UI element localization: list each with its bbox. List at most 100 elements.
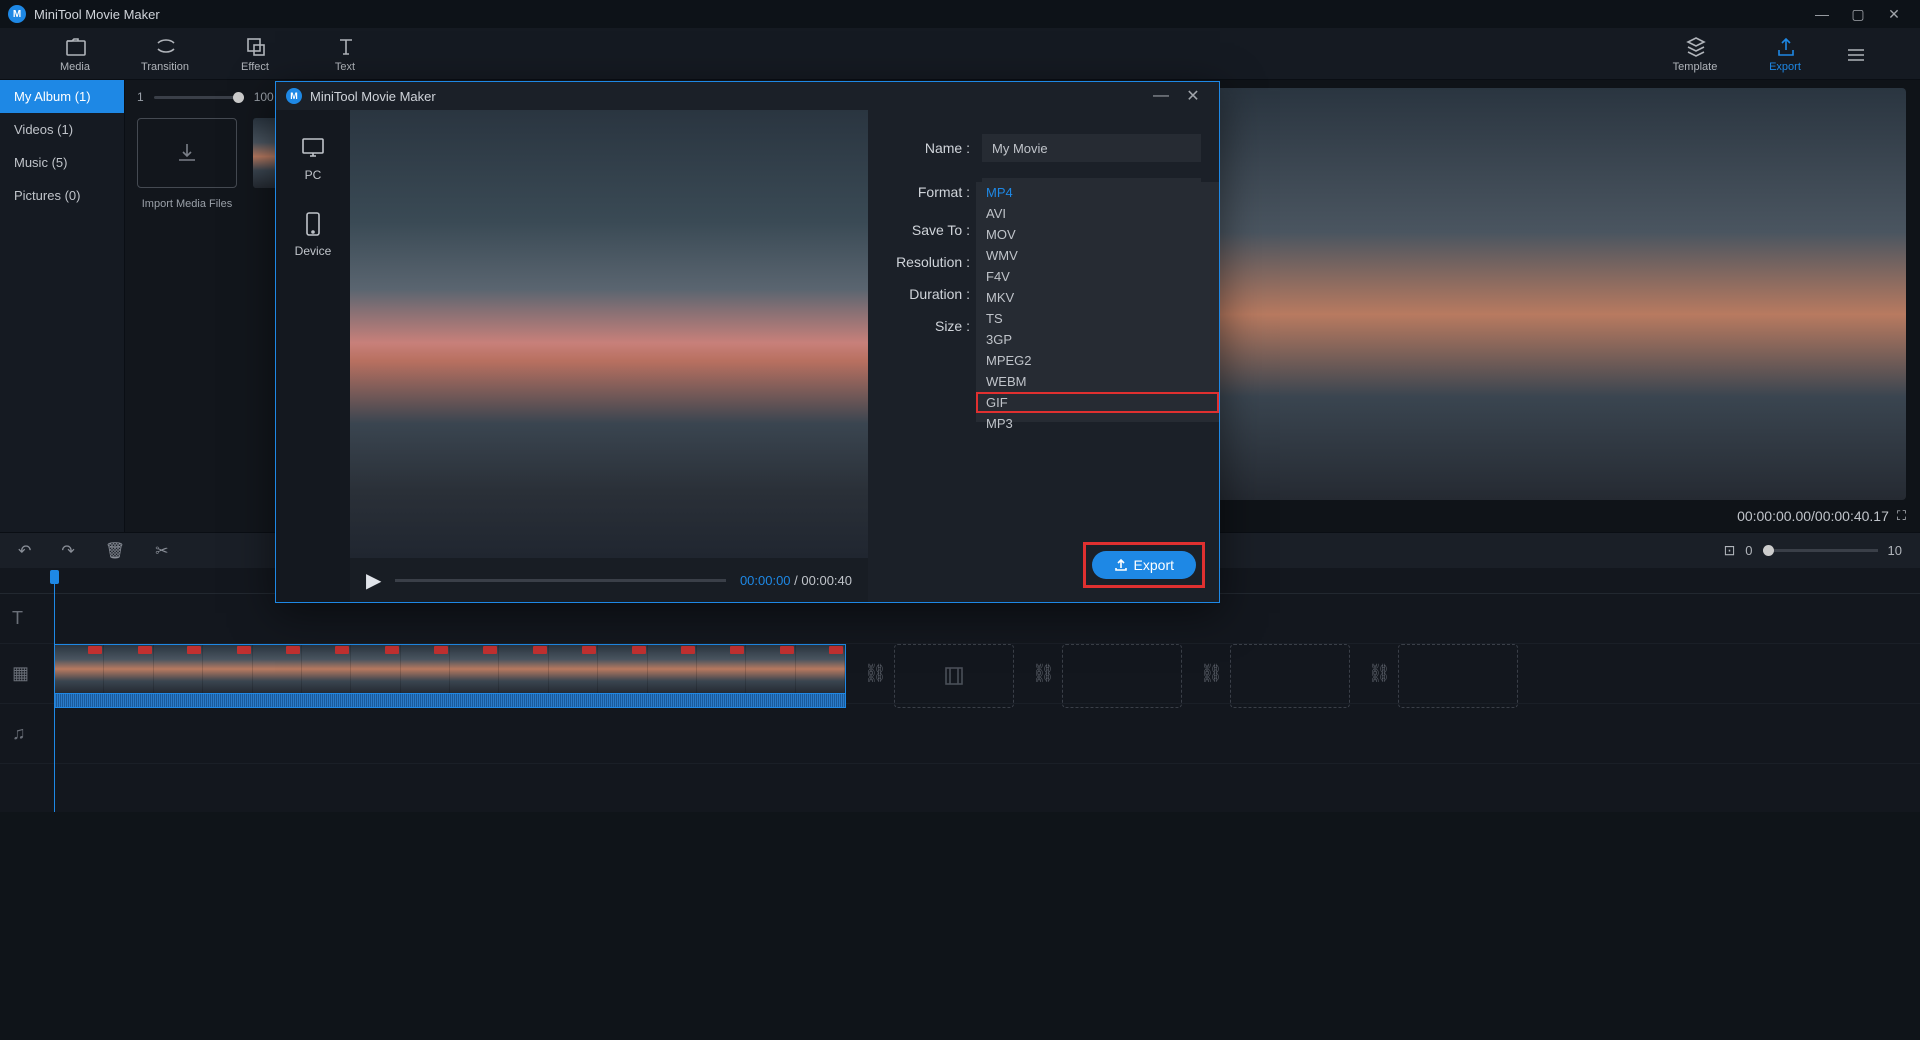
format-option-f4v[interactable]: F4V	[976, 266, 1219, 287]
export-form: Name : Format : MP4 ▾ Save To : Resoluti…	[868, 110, 1219, 602]
maximize-button[interactable]: ▢	[1840, 6, 1876, 23]
format-dropdown: MP4AVIMOVWMVF4VMKVTS3GPMPEG2WEBMGIFMP3	[976, 182, 1219, 422]
clip-frame	[648, 645, 697, 693]
resolution-label: Resolution :	[886, 254, 982, 270]
format-option-mp4[interactable]: MP4	[976, 182, 1219, 203]
import-media-tile[interactable]: Import Media Files	[137, 118, 237, 210]
delete-button[interactable]: 🗑	[105, 541, 125, 561]
playback-time: 00:00:00 / 00:00:40	[740, 573, 852, 588]
export-target-sidebar: PC Device	[276, 110, 350, 602]
timeline-zoom-slider[interactable]	[1763, 549, 1878, 552]
audio-waveform	[55, 693, 845, 707]
empty-clip-slot[interactable]	[1398, 644, 1518, 708]
menu-icon	[1844, 43, 1866, 65]
dialog-title: MiniTool Movie Maker	[310, 89, 436, 104]
clip-frame	[55, 645, 104, 693]
minimize-button[interactable]: —	[1804, 6, 1840, 22]
sidebar-item-pictures[interactable]: Pictures (0)	[0, 179, 124, 212]
clip-frame	[154, 645, 203, 693]
empty-clip-slot[interactable]	[1230, 644, 1350, 708]
monitor-icon	[299, 134, 327, 162]
clip-frame	[253, 645, 302, 693]
sidebar-item-music[interactable]: Music (5)	[0, 146, 124, 179]
export-icon	[1774, 35, 1796, 57]
format-option-avi[interactable]: AVI	[976, 203, 1219, 224]
close-button[interactable]: ✕	[1876, 6, 1912, 23]
app-title: MiniTool Movie Maker	[34, 7, 160, 22]
transition-tab[interactable]: Transition	[120, 35, 210, 73]
transition-link-icon[interactable]: ⛓	[1200, 663, 1223, 684]
format-option-mp3[interactable]: MP3	[976, 413, 1219, 434]
saveto-label: Save To :	[886, 222, 982, 238]
clip-frame	[203, 645, 252, 693]
format-label: Format :	[886, 184, 982, 200]
device-icon	[299, 210, 327, 238]
cut-button[interactable]: ✂	[155, 541, 168, 561]
undo-button[interactable]: ↶	[18, 541, 31, 561]
format-option-mov[interactable]: MOV	[976, 224, 1219, 245]
dialog-close[interactable]: ✕	[1177, 86, 1209, 106]
export-confirm-button[interactable]: Export	[1092, 551, 1196, 579]
format-option-3gp[interactable]: 3GP	[976, 329, 1219, 350]
format-option-wmv[interactable]: WMV	[976, 245, 1219, 266]
format-option-mpeg2[interactable]: MPEG2	[976, 350, 1219, 371]
media-sidebar: My Album (1) Videos (1) Music (5) Pictur…	[0, 80, 125, 532]
playback-slider[interactable]	[395, 579, 726, 582]
fit-icon[interactable]: ⊡	[1724, 542, 1736, 559]
video-track-icon: ▦	[12, 663, 36, 684]
dialog-minimize[interactable]: —	[1145, 87, 1177, 105]
text-icon	[334, 35, 356, 57]
sidebar-item-my-album[interactable]: My Album (1)	[0, 80, 124, 113]
text-track-icon: T	[12, 608, 36, 629]
preview-time: 00:00:00.00/00:00:40.17	[1737, 508, 1889, 524]
transition-link-icon[interactable]: ⛓	[1032, 663, 1055, 684]
tl-zoom-max: 10	[1888, 543, 1902, 558]
sidebar-item-videos[interactable]: Videos (1)	[0, 113, 124, 146]
thumbnail-zoom-slider[interactable]	[154, 96, 244, 99]
zoom-max-label: 100	[254, 90, 274, 104]
export-button[interactable]: Export	[1740, 35, 1830, 73]
main-toolbar: Media Transition Effect Text Template Ex…	[0, 28, 1920, 80]
redo-button[interactable]: ↷	[61, 541, 74, 561]
transition-link-icon[interactable]: ⛓	[864, 663, 887, 684]
timeline: T ▦ ♫ ⛓ ⛓ ⛓ ⛓	[0, 568, 1920, 812]
playhead[interactable]	[54, 570, 55, 812]
hamburger-menu[interactable]	[1830, 43, 1880, 65]
text-tab[interactable]: Text	[300, 35, 390, 73]
export-target-device[interactable]: Device	[295, 210, 332, 258]
effect-icon	[244, 35, 266, 57]
effect-tab[interactable]: Effect	[210, 35, 300, 73]
video-clip[interactable]	[54, 644, 846, 708]
play-button[interactable]: ▶	[366, 568, 381, 593]
export-target-pc[interactable]: PC	[299, 134, 327, 182]
dialog-logo: M	[286, 88, 302, 104]
name-input[interactable]	[982, 134, 1201, 162]
clip-frame	[697, 645, 746, 693]
format-option-gif[interactable]: GIF	[976, 392, 1219, 413]
clip-frame	[401, 645, 450, 693]
format-option-mkv[interactable]: MKV	[976, 287, 1219, 308]
transition-link-icon[interactable]: ⛓	[1368, 663, 1391, 684]
media-tab[interactable]: Media	[30, 35, 120, 73]
audio-track[interactable]: ♫	[0, 704, 1920, 764]
empty-clip-slot[interactable]	[1062, 644, 1182, 708]
clip-frame	[796, 645, 845, 693]
export-button-highlight: Export	[1083, 542, 1205, 588]
clip-frame	[302, 645, 351, 693]
template-icon	[1684, 35, 1706, 57]
clip-frame	[746, 645, 795, 693]
format-option-ts[interactable]: TS	[976, 308, 1219, 329]
format-option-webm[interactable]: WEBM	[976, 371, 1219, 392]
fullscreen-icon[interactable]: ⛶	[1897, 508, 1906, 524]
clip-frame	[351, 645, 400, 693]
upload-icon	[1114, 558, 1128, 572]
transition-icon	[154, 35, 176, 57]
titlebar: M MiniTool Movie Maker — ▢ ✕	[0, 0, 1920, 28]
app-logo: M	[8, 5, 26, 23]
duration-label: Duration :	[886, 286, 982, 302]
export-preview: ▶ 00:00:00 / 00:00:40	[350, 110, 868, 602]
template-button[interactable]: Template	[1650, 35, 1740, 73]
empty-clip-slot[interactable]	[894, 644, 1014, 708]
dialog-titlebar: M MiniTool Movie Maker — ✕	[276, 82, 1219, 110]
audio-track-icon: ♫	[12, 723, 36, 744]
